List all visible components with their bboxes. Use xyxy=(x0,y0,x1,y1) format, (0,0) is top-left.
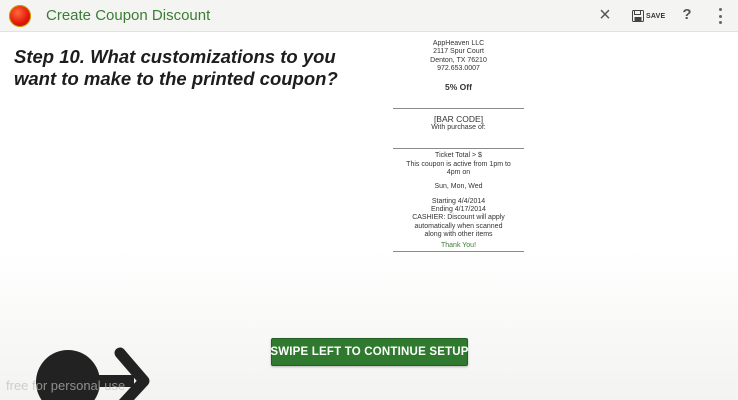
app-bar: Create Coupon Discount × SAVE ? xyxy=(0,0,738,32)
coupon-address-2: Denton, TX 76210 xyxy=(430,56,487,64)
coupon-thanks: Thank You! xyxy=(440,242,477,250)
coupon-business-name: AppHeaven LLC xyxy=(432,40,485,47)
app-title: Create Coupon Discount xyxy=(46,7,211,24)
coupon-offer: 5% Off xyxy=(445,82,472,93)
coupon-ending: Ending 4/17/2014 xyxy=(431,205,486,213)
coupon-address-1: 2117 Spur Court xyxy=(433,48,484,56)
coupon-phone: 972.653.0007 xyxy=(437,64,480,72)
coupon-active-days: Sun, Mon, Wed xyxy=(434,183,483,191)
coupon-preview: AppHeaven LLC 2117 Spur Court Denton, TX… xyxy=(393,40,524,253)
continue-setup-button[interactable]: SWIPE LEFT TO CONTINUE SETUP xyxy=(270,338,468,366)
help-icon[interactable]: ? xyxy=(680,6,694,24)
coupon-divider xyxy=(393,251,524,253)
step-heading: Step 10. What customizations to you want… xyxy=(14,46,338,89)
coupon-divider xyxy=(393,108,524,110)
more-vert-icon[interactable] xyxy=(716,8,724,24)
coupon-purchase-line: With purchase of: xyxy=(431,124,486,132)
coupon-starting: Starting 4/4/2014 xyxy=(431,197,486,205)
coupon-barcode: [BAR CODE] xyxy=(433,114,484,125)
save-button[interactable]: SAVE xyxy=(632,6,665,26)
save-label: SAVE xyxy=(646,12,666,20)
coupon-ticket-total: Ticket Total > $ xyxy=(435,152,482,160)
coupon-cashier-note: CASHIER: Discount will apply automatical… xyxy=(412,214,505,238)
watermark-text: free for personal use xyxy=(6,378,126,393)
coupon-divider xyxy=(393,148,524,150)
save-icon xyxy=(632,10,644,22)
close-icon[interactable]: × xyxy=(596,5,614,25)
app-logo-icon[interactable] xyxy=(9,5,31,27)
coupon-active-time: This coupon is active from 1pm to 4pm on xyxy=(406,160,511,177)
